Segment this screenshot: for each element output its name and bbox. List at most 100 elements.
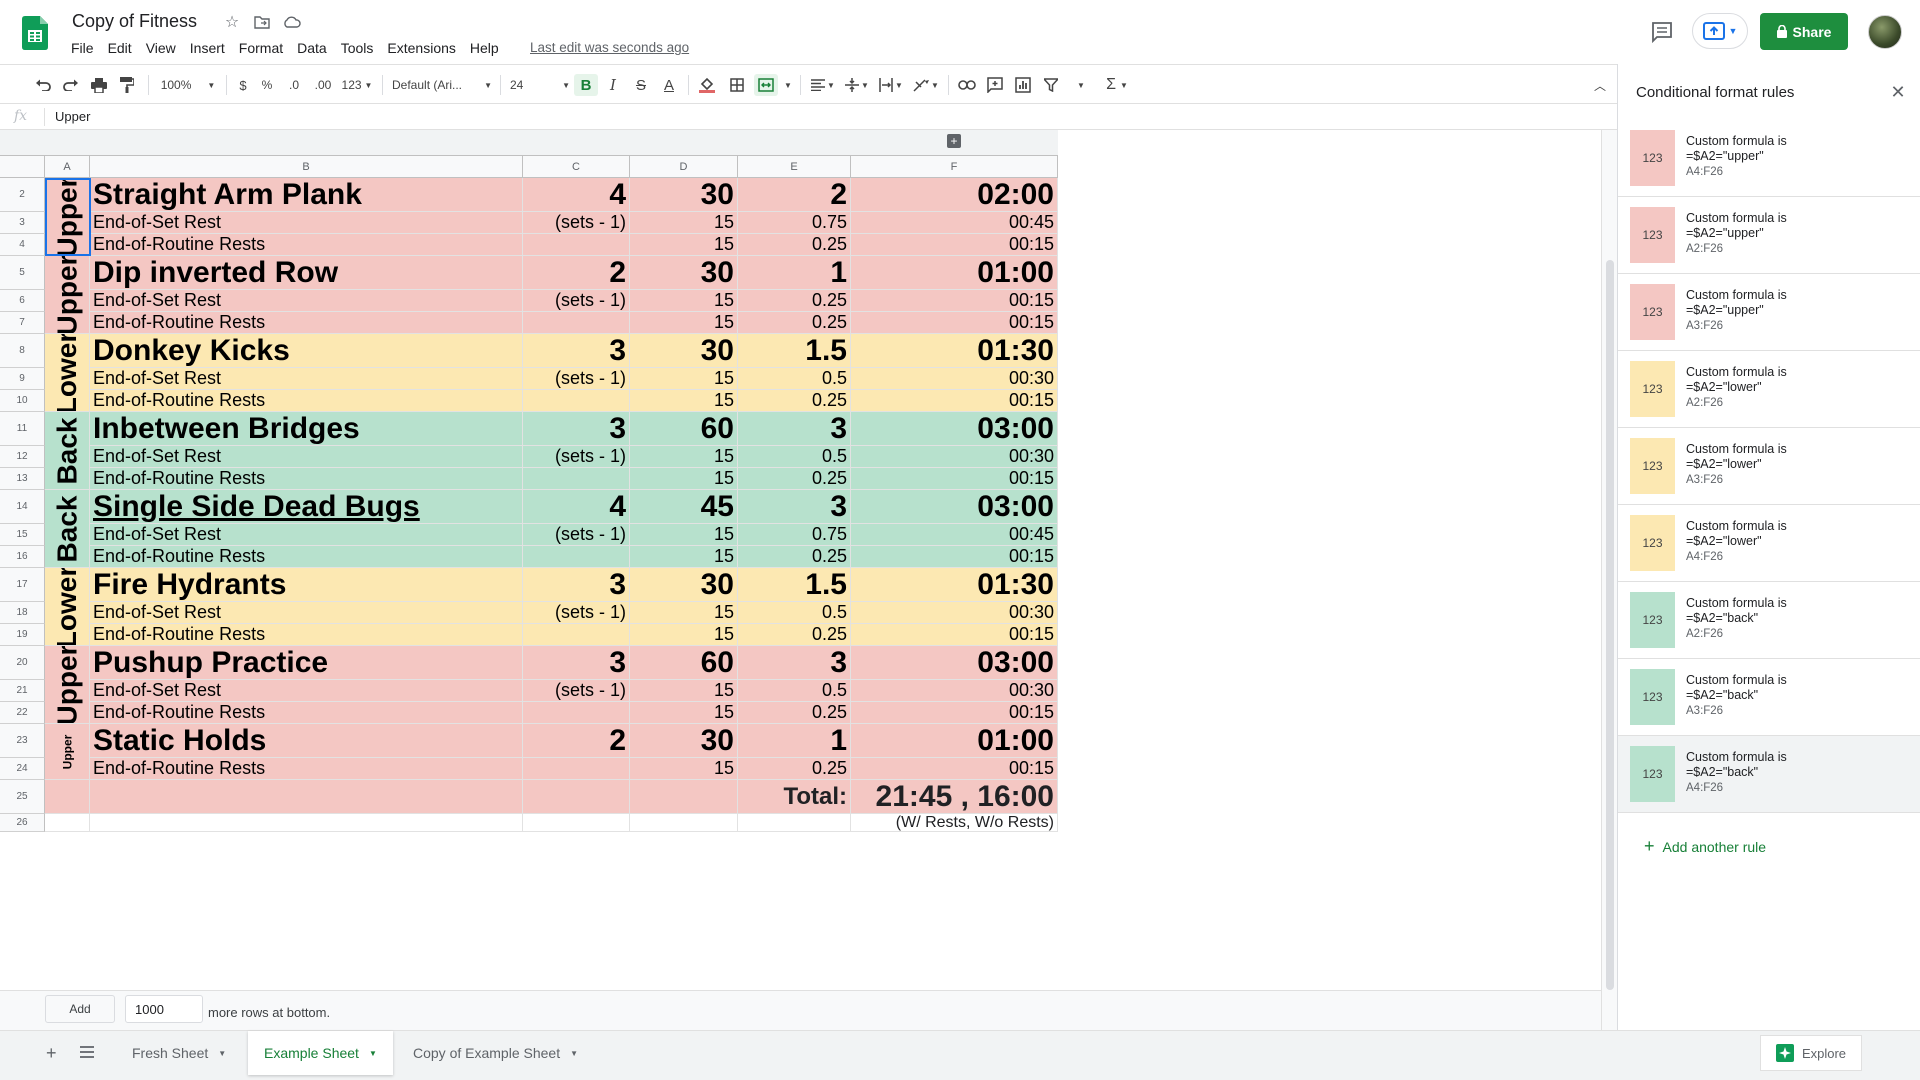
cell-time[interactable]: 00:15 [851, 702, 1058, 724]
cell-time[interactable]: 02:00 [851, 178, 1058, 212]
cell-time[interactable]: 01:00 [851, 724, 1058, 758]
cell-time[interactable]: 00:30 [851, 446, 1058, 468]
text-rotation-icon[interactable]: ▼ [910, 74, 942, 96]
cell-exercise[interactable]: Inbetween Bridges [90, 412, 523, 446]
row-header[interactable]: 18 [0, 602, 45, 624]
font-size-select[interactable]: 24 ▼ [508, 74, 570, 96]
cell-minutes[interactable]: 2 [738, 178, 851, 212]
row-header[interactable]: 8 [0, 334, 45, 368]
cell-time[interactable]: 01:30 [851, 334, 1058, 368]
cell-empty[interactable] [45, 780, 90, 814]
cell-sets[interactable]: 3 [523, 646, 630, 680]
cell-sets[interactable] [523, 758, 630, 780]
cell-minutes[interactable]: 0.5 [738, 602, 851, 624]
row-header[interactable]: 6 [0, 290, 45, 312]
paint-format-icon[interactable] [116, 74, 138, 96]
cell-time[interactable]: 00:15 [851, 290, 1058, 312]
cell-seconds[interactable]: 15 [630, 546, 738, 568]
cell-sets[interactable]: (sets - 1) [523, 290, 630, 312]
cell-seconds[interactable]: 30 [630, 568, 738, 602]
document-title[interactable]: Copy of Fitness [72, 11, 197, 32]
group-label-cell[interactable]: Upper [45, 724, 90, 780]
group-label-cell[interactable]: Back [45, 412, 90, 490]
insert-link-icon[interactable] [956, 74, 978, 96]
cell-empty[interactable] [630, 814, 738, 832]
cell-time[interactable]: 00:15 [851, 312, 1058, 334]
vertical-align-icon[interactable]: ▼ [842, 74, 872, 96]
cell-seconds[interactable]: 15 [630, 702, 738, 724]
chevron-down-icon[interactable]: ▼ [782, 74, 794, 96]
cell-sets[interactable] [523, 390, 630, 412]
cell-exercise[interactable]: End-of-Routine Rests [90, 758, 523, 780]
last-edit-link[interactable]: Last edit was seconds ago [530, 40, 689, 55]
menu-help[interactable]: Help [463, 38, 506, 58]
row-header[interactable]: 16 [0, 546, 45, 568]
cell-minutes[interactable]: 0.5 [738, 446, 851, 468]
row-header[interactable]: 23 [0, 724, 45, 758]
cell-minutes[interactable]: 0.5 [738, 680, 851, 702]
cell-exercise[interactable]: End-of-Set Rest [90, 290, 523, 312]
total-label[interactable]: Total: [738, 780, 851, 814]
column-header-e[interactable]: E [738, 156, 851, 178]
row-header[interactable]: 2 [0, 178, 45, 212]
bold-button[interactable]: B [574, 74, 598, 96]
menu-insert[interactable]: Insert [183, 38, 232, 58]
cell-empty[interactable] [738, 814, 851, 832]
cell-empty[interactable] [630, 780, 738, 814]
cell-sets[interactable] [523, 702, 630, 724]
row-header[interactable]: 14 [0, 490, 45, 524]
cell-exercise[interactable]: Single Side Dead Bugs [90, 490, 523, 524]
italic-button[interactable]: I [602, 74, 624, 96]
cell-time[interactable]: 00:45 [851, 212, 1058, 234]
cell-sets[interactable]: 4 [523, 490, 630, 524]
cell-exercise[interactable]: End-of-Routine Rests [90, 624, 523, 646]
cell-time[interactable]: 00:30 [851, 368, 1058, 390]
rule-item[interactable]: 123 Custom formula is =$A2="lower" A2:F26 [1618, 351, 1920, 428]
rule-item[interactable]: 123 Custom formula is =$A2="back" A4:F26 [1618, 736, 1920, 813]
row-header[interactable]: 3 [0, 212, 45, 234]
cell-minutes[interactable]: 0.25 [738, 624, 851, 646]
column-header-f[interactable]: F [851, 156, 1058, 178]
row-header[interactable]: 26 [0, 814, 45, 832]
column-header-c[interactable]: C [523, 156, 630, 178]
cell-seconds[interactable]: 45 [630, 490, 738, 524]
rule-item[interactable]: 123 Custom formula is =$A2="back" A2:F26 [1618, 582, 1920, 659]
cell-minutes[interactable]: 3 [738, 646, 851, 680]
total-note[interactable]: (W/ Rests, W/o Rests) [851, 814, 1058, 832]
cell-time[interactable]: 01:30 [851, 568, 1058, 602]
row-header[interactable]: 4 [0, 234, 45, 256]
decrease-decimal-button[interactable]: .0 [282, 74, 306, 96]
rule-item[interactable]: 123 Custom formula is =$A2="lower" A4:F26 [1618, 505, 1920, 582]
font-family-select[interactable]: Default (Ari... ▼ [392, 74, 492, 96]
menu-file[interactable]: File [64, 38, 101, 58]
all-sheets-icon[interactable] [80, 1045, 94, 1063]
cell-minutes[interactable]: 0.75 [738, 212, 851, 234]
cell-sets[interactable] [523, 234, 630, 256]
cell-time[interactable]: 03:00 [851, 412, 1058, 446]
row-header[interactable]: 13 [0, 468, 45, 490]
cell-empty[interactable] [523, 814, 630, 832]
cell-minutes[interactable]: 0.25 [738, 758, 851, 780]
filter-icon[interactable] [1040, 74, 1062, 96]
cell-minutes[interactable]: 1.5 [738, 568, 851, 602]
row-header[interactable]: 24 [0, 758, 45, 780]
expand-icon[interactable]: + [947, 134, 961, 148]
cell-exercise[interactable]: Straight Arm Plank [90, 178, 523, 212]
star-icon[interactable]: ☆ [222, 12, 242, 32]
functions-icon[interactable]: Σ ▼ [1100, 74, 1134, 96]
row-header[interactable]: 11 [0, 412, 45, 446]
add-sheet-icon[interactable]: + [46, 1043, 57, 1064]
cell-sets[interactable]: 2 [523, 724, 630, 758]
row-header[interactable]: 25 [0, 780, 45, 814]
undo-icon[interactable] [32, 74, 54, 96]
cell-seconds[interactable]: 60 [630, 646, 738, 680]
select-all-corner[interactable] [0, 156, 45, 178]
cell-time[interactable]: 00:30 [851, 680, 1058, 702]
row-header[interactable]: 15 [0, 524, 45, 546]
cell-seconds[interactable]: 15 [630, 290, 738, 312]
filter-views-icon[interactable]: ▼ [1066, 74, 1096, 96]
row-header[interactable]: 5 [0, 256, 45, 290]
cell-exercise[interactable]: End-of-Routine Rests [90, 702, 523, 724]
insert-comment-icon[interactable] [984, 74, 1006, 96]
present-button[interactable]: ▼ [1692, 13, 1748, 49]
